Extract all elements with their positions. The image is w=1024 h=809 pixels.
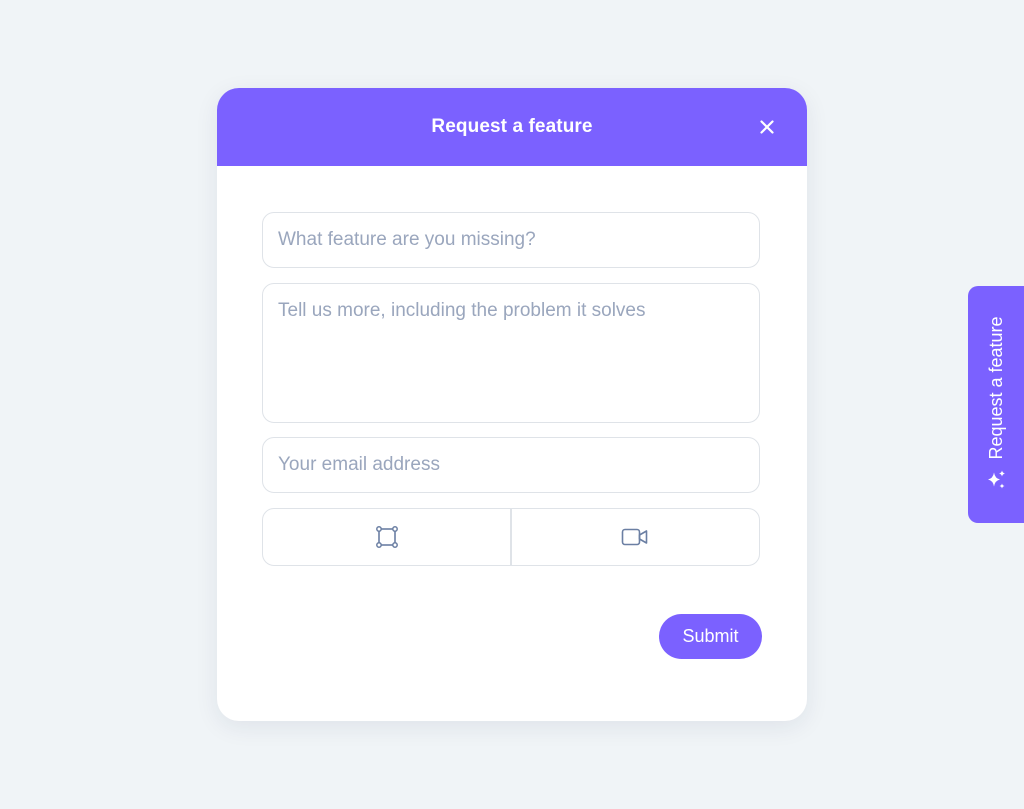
feature-request-modal: Request a feature What feature are you m… <box>217 88 807 721</box>
side-tab-content: Request a feature <box>985 316 1007 491</box>
close-button[interactable] <box>757 117 777 137</box>
screenshot-button[interactable] <box>263 509 510 565</box>
video-record-button[interactable] <box>512 509 759 565</box>
submit-button[interactable]: Submit <box>659 614 762 659</box>
screenshot-icon <box>375 526 398 548</box>
side-tab-label: Request a feature <box>985 316 1006 460</box>
modal-title: Request a feature <box>431 116 593 137</box>
request-feature-side-tab[interactable]: Request a feature <box>968 286 1024 523</box>
page: Request a feature What feature are you m… <box>0 0 1024 809</box>
modal-header: Request a feature <box>217 88 807 166</box>
video-camera-icon <box>622 528 648 546</box>
sparkle-icon <box>985 470 1007 492</box>
close-icon <box>760 120 774 134</box>
feature-title-input[interactable] <box>262 212 760 268</box>
attachment-options <box>262 508 760 566</box>
feature-details-textarea[interactable] <box>262 283 760 423</box>
email-input[interactable] <box>262 437 760 493</box>
